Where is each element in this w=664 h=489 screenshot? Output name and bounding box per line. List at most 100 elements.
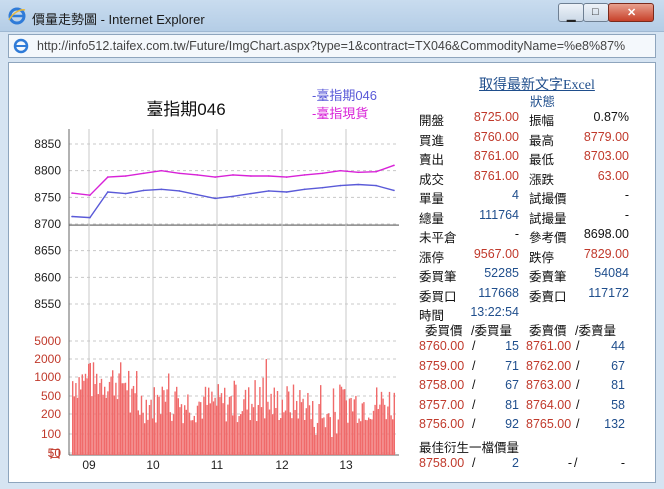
separator: / xyxy=(576,339,580,353)
window-title: 價量走勢圖 - Internet Explorer xyxy=(32,12,205,27)
volume-bar xyxy=(270,393,272,455)
page-icon xyxy=(13,38,29,54)
separator: / xyxy=(472,378,476,392)
best-bid-price: 8758.00 xyxy=(419,456,465,470)
volume-bar xyxy=(260,407,263,455)
status-label: 狀態 xyxy=(530,95,556,109)
volume-bar xyxy=(364,419,367,455)
quote-label: 成交 xyxy=(419,172,445,187)
window-titlebar[interactable]: 價量走勢圖 - Internet Explorer ▁ □ ✕ xyxy=(0,0,664,32)
volume-bar xyxy=(243,399,245,455)
volume-bar xyxy=(326,413,328,455)
volume-bar xyxy=(244,389,247,455)
volume-bar xyxy=(238,416,240,455)
ask-qty: 81 xyxy=(611,378,625,392)
separator: / xyxy=(576,358,580,373)
ask-price: 8762.00 xyxy=(526,358,572,373)
volume-bar xyxy=(89,362,91,455)
volume-bar xyxy=(169,412,171,455)
volume-bar xyxy=(360,421,362,455)
legend-futures: -臺指期046 xyxy=(312,88,377,103)
volume-bar xyxy=(280,418,282,455)
volume-bar xyxy=(96,373,98,455)
series-point xyxy=(178,172,181,175)
volume-bar xyxy=(118,373,120,455)
volume-bar xyxy=(94,384,96,455)
time-tick-label: 09 xyxy=(82,458,96,472)
volume-bar xyxy=(369,418,371,455)
volume-bar xyxy=(313,426,315,455)
volume-bar xyxy=(353,399,355,455)
quote-label: 委買筆 xyxy=(419,270,457,284)
book-header: /委賣量 xyxy=(575,324,616,338)
volume-bar xyxy=(212,401,215,455)
price-tick-label: 8600 xyxy=(34,270,61,284)
series-point xyxy=(71,192,73,194)
volume-bar xyxy=(316,422,319,455)
price-tick-label: 8850 xyxy=(34,137,61,151)
address-bar[interactable]: http://info512.taifex.com.tw/Future/ImgC… xyxy=(8,34,656,58)
best-level-label: 最佳衍生一檔價量 xyxy=(419,441,520,455)
volume-bar xyxy=(252,407,255,455)
series-point xyxy=(124,192,127,195)
time-tick-label: 13 xyxy=(339,458,353,472)
separator: / xyxy=(576,378,580,392)
quote-value: 117172 xyxy=(588,285,629,300)
volume-bar xyxy=(88,363,90,455)
volume-bar xyxy=(91,396,93,455)
volume-bar xyxy=(297,418,299,455)
maximize-button[interactable]: □ xyxy=(583,3,609,22)
volume-bar xyxy=(176,386,178,455)
quote-label: 漲跌 xyxy=(529,172,555,187)
volume-bar xyxy=(320,385,322,455)
volume-bar xyxy=(121,383,123,455)
volume-bar xyxy=(132,385,135,455)
volume-tick-label: 500 xyxy=(41,389,61,403)
volume-bar xyxy=(275,408,277,455)
volume-bar xyxy=(366,420,368,455)
series-point xyxy=(285,191,288,193)
ask-price: 8761.00 xyxy=(526,339,572,353)
volume-bar xyxy=(246,409,248,455)
ask-price: 8765.00 xyxy=(526,417,572,431)
volume-bar xyxy=(321,418,323,455)
volume-bar xyxy=(128,370,130,455)
volume-bar xyxy=(97,394,99,455)
volume-tick-label: 100 xyxy=(41,427,61,441)
volume-bar xyxy=(380,391,383,455)
legend-spot: -臺指現貨 xyxy=(312,106,368,121)
volume-bar xyxy=(224,387,226,455)
close-button[interactable]: ✕ xyxy=(608,3,654,22)
quote-label: 未平倉 xyxy=(419,231,457,245)
volume-bar xyxy=(329,417,331,455)
volume-bar xyxy=(377,409,379,455)
volume-tick-label: 200 xyxy=(41,407,61,421)
volume-bar xyxy=(336,433,338,455)
separator: / xyxy=(472,417,476,431)
volume-bar xyxy=(337,419,339,455)
quote-value: - xyxy=(624,207,629,222)
ask-qty: 58 xyxy=(611,397,625,412)
volume-bar xyxy=(310,419,312,455)
quote-value: 117668 xyxy=(478,285,519,300)
ask-price: 8764.00 xyxy=(526,397,572,412)
ie-logo-icon xyxy=(8,7,26,25)
minimize-button[interactable]: ▁ xyxy=(558,3,584,22)
volume-bar xyxy=(166,389,168,455)
volume-bar xyxy=(124,382,127,455)
volume-bar xyxy=(102,394,104,455)
volume-bar xyxy=(147,419,149,455)
volume-bar xyxy=(294,409,296,455)
quote-label: 漲停 xyxy=(419,250,445,265)
quote-value: 8698.00 xyxy=(583,227,629,241)
bid-price: 8756.00 xyxy=(419,417,465,431)
bid-price: 8758.00 xyxy=(419,378,465,392)
volume-bar xyxy=(249,420,251,455)
volume-bar xyxy=(291,418,293,455)
quote-value: 8761.00 xyxy=(473,168,519,183)
volume-bar xyxy=(142,412,144,455)
volume-bar xyxy=(225,421,227,455)
best-ask-qty: - xyxy=(620,456,625,470)
series-point xyxy=(160,169,163,172)
quote-label: 委賣筆 xyxy=(529,270,567,284)
